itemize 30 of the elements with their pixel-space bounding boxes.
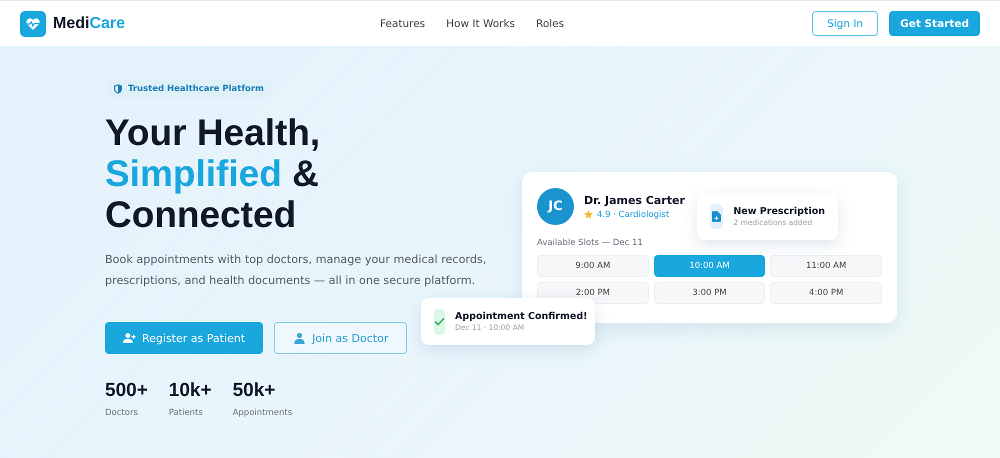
time-slot[interactable]: 9:00 AM xyxy=(537,255,649,277)
doctor-name: Dr. James Carter xyxy=(584,194,685,206)
toast-title: Appointment Confirmed! xyxy=(455,311,588,322)
hero-description: Book appointments with top doctors, manage your medical records, prescriptions, and health documents — all in one secure platform. xyxy=(105,252,488,289)
add-user-icon xyxy=(123,332,136,344)
brand-name[interactable]: MediCare xyxy=(53,14,126,32)
doctor-avatar: JC xyxy=(537,188,574,225)
document-icon xyxy=(712,211,722,222)
stat-label: Appointments xyxy=(232,408,292,418)
nav-link[interactable]: How It Works xyxy=(446,18,516,30)
headline: Your Health, Simplified & Connected xyxy=(105,112,320,235)
stat-label: Patients xyxy=(168,408,204,418)
slots-label: Available Slots — Dec 11 xyxy=(537,238,644,248)
stat-label: Doctors xyxy=(105,408,139,418)
doctor-icon xyxy=(293,332,306,344)
time-slot[interactable]: 4:00 PM xyxy=(770,282,882,304)
stat-value: 50k+ xyxy=(232,380,276,402)
time-slot[interactable]: 3:00 PM xyxy=(654,282,766,304)
nav-link[interactable]: Roles xyxy=(536,18,564,30)
logo-icon xyxy=(20,10,46,36)
check-icon xyxy=(434,317,445,326)
star-icon xyxy=(584,210,593,219)
badge-text: Trusted Healthcare Platform xyxy=(128,84,264,94)
doctor-rating: 4.9 · Cardiologist xyxy=(597,210,670,220)
stat-value: 10k+ xyxy=(168,380,212,402)
stat-value: 500+ xyxy=(105,380,148,402)
popup-title: New Prescription xyxy=(733,206,825,217)
shield-icon xyxy=(114,84,122,94)
time-slot[interactable]: 11:00 AM xyxy=(770,255,882,277)
nav-link[interactable]: Features xyxy=(380,18,426,30)
